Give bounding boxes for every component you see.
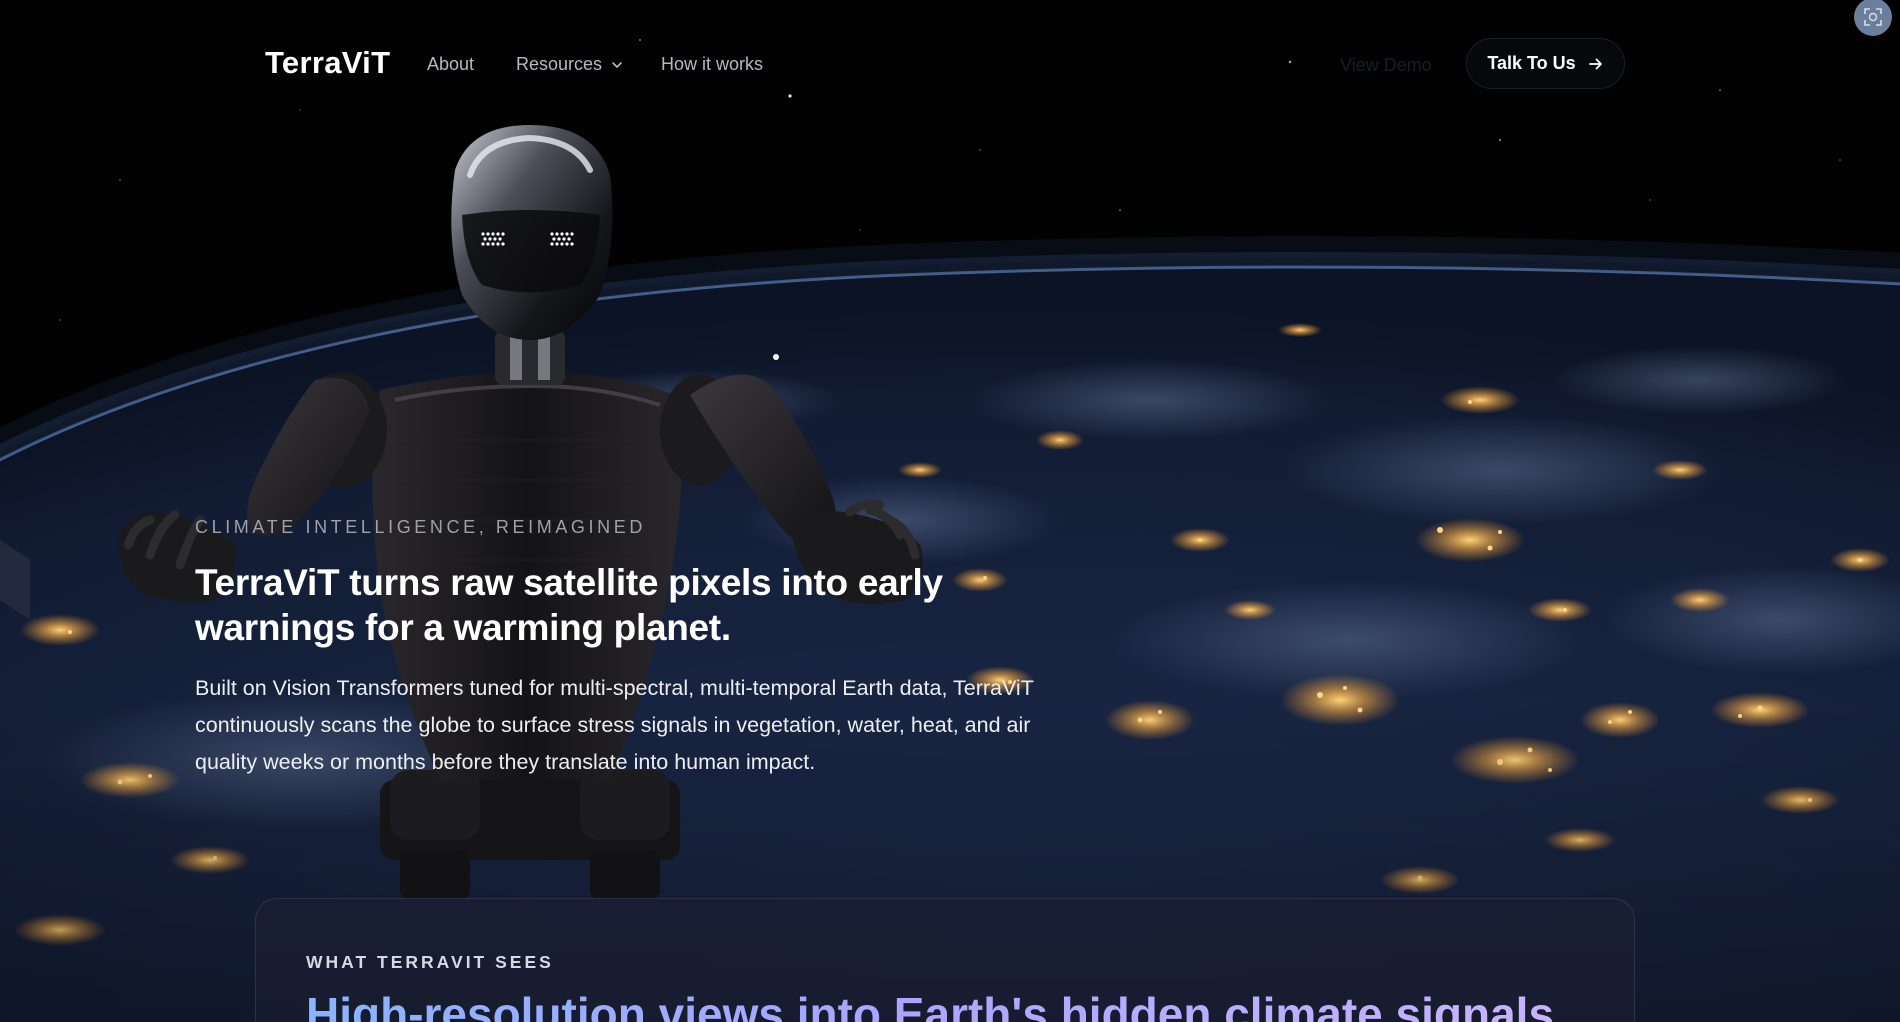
screen-capture-icon	[1864, 8, 1882, 26]
brand-logo[interactable]: TerraViT	[265, 45, 390, 81]
arrow-right-icon	[1588, 58, 1602, 69]
what-terravit-sees-card: WHAT TERRAVIT SEES High-resolution views…	[255, 898, 1635, 1022]
hero-background	[0, 0, 1900, 1022]
chevron-down-icon	[612, 61, 622, 68]
earth-robot-illustration	[0, 0, 1900, 1022]
hero-kicker: Climate Intelligence, Reimagined	[195, 517, 646, 537]
talk-to-us-label: Talk To Us	[1487, 53, 1576, 73]
nav-link-resources-label: Resources	[516, 54, 603, 74]
nav-link-how-it-works[interactable]: How it works	[661, 54, 763, 75]
nav-link-resources[interactable]: Resources	[516, 54, 624, 75]
top-navbar: TerraViT About Resources How it works Vi…	[0, 0, 1900, 130]
screen-capture-button[interactable]	[1854, 0, 1892, 36]
nav-link-about[interactable]: About	[427, 54, 474, 75]
card-kicker: WHAT TERRAVIT SEES	[306, 952, 554, 972]
talk-to-us-button[interactable]: Talk To Us	[1466, 38, 1625, 89]
hero-description: Built on Vision Transformers tuned for m…	[195, 676, 1034, 774]
view-demo-link[interactable]: View Demo	[1340, 55, 1432, 76]
hero-title: TerraViT turns raw satellite pixels into…	[195, 562, 943, 648]
card-title: High-resolution views into Earth's hidde…	[306, 987, 1567, 1022]
